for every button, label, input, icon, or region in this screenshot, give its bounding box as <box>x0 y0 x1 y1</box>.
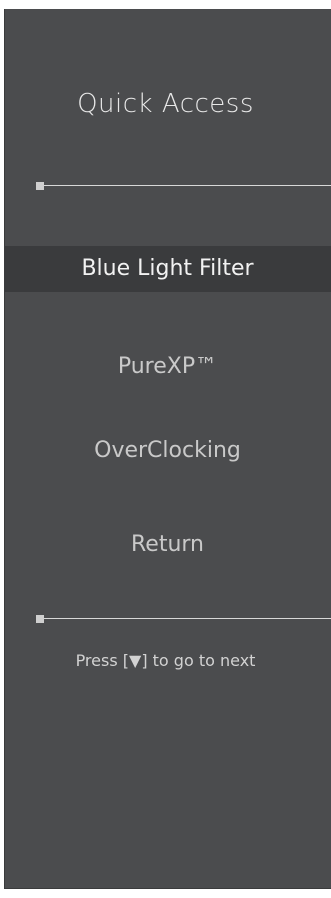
menu-item-blue-light-filter[interactable]: Blue Light Filter <box>4 246 331 292</box>
bottom-divider <box>36 615 331 623</box>
down-arrow-key-icon: [▼] <box>122 651 148 670</box>
divider-line <box>44 618 331 619</box>
top-divider <box>36 182 331 190</box>
hint-suffix: to go to next <box>152 651 256 670</box>
divider-line <box>44 185 331 186</box>
menu-item-purexp[interactable]: PureXP™ <box>4 344 331 390</box>
panel-title: Quick Access <box>77 89 254 119</box>
menu-item-overclocking[interactable]: OverClocking <box>4 428 331 474</box>
divider-marker-icon <box>36 615 44 623</box>
hint-prefix: Press <box>75 651 118 670</box>
menu-item-return[interactable]: Return <box>4 522 331 568</box>
divider-marker-icon <box>36 182 44 190</box>
navigation-hint: Press [▼] to go to next <box>0 651 331 670</box>
